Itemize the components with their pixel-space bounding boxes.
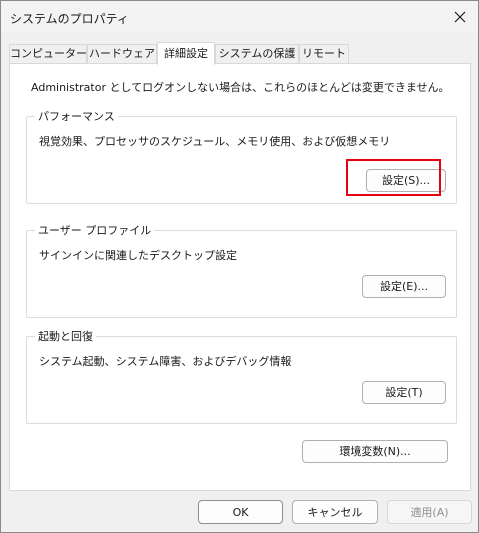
tab-hardware[interactable]: ハードウェア	[87, 44, 157, 64]
environment-variables-button[interactable]: 環境変数(N)...	[302, 440, 448, 463]
user-profile-description: サインインに関連したデスクトップ設定	[39, 249, 237, 262]
startup-legend: 起動と回復	[35, 328, 96, 344]
title-bar[interactable]: システムのプロパティ	[1, 1, 478, 33]
tab-computer-name[interactable]: コンピューター名	[9, 44, 98, 64]
user-profile-group: ユーザー プロファイル サインインに関連したデスクトップ設定 設定(E)...	[26, 222, 457, 318]
apply-button[interactable]: 適用(A)	[387, 500, 472, 524]
tab-system-protection[interactable]: システムの保護	[215, 44, 299, 64]
user-profile-settings-button[interactable]: 設定(E)...	[362, 275, 446, 298]
startup-recovery-group: 起動と回復 システム起動、システム障害、およびデバッグ情報 設定(T)	[26, 328, 457, 424]
cancel-button[interactable]: キャンセル	[292, 500, 378, 524]
tab-remote[interactable]: リモート	[299, 44, 349, 64]
advanced-tab-panel: Administrator としてログオンしない場合は、これらのほとんどは変更で…	[9, 63, 471, 491]
performance-legend: パフォーマンス	[35, 108, 118, 124]
startup-settings-button[interactable]: 設定(T)	[362, 381, 446, 404]
ok-button[interactable]: OK	[198, 500, 283, 524]
highlight-box	[346, 159, 441, 196]
tab-advanced[interactable]: 詳細設定	[157, 42, 215, 65]
system-properties-window: システムのプロパティ コンピューター名 ハードウェア 詳細設定 システムの保護 …	[0, 0, 479, 533]
startup-description: システム起動、システム障害、およびデバッグ情報	[39, 355, 292, 368]
performance-description: 視覚効果、プロセッサのスケジュール、メモリ使用、および仮想メモリ	[39, 135, 391, 148]
close-icon	[454, 11, 466, 23]
admin-notice: Administrator としてログオンしない場合は、これらのほとんどは変更で…	[31, 81, 450, 94]
close-button[interactable]	[448, 5, 472, 29]
user-profile-legend: ユーザー プロファイル	[35, 222, 155, 238]
window-title: システムのプロパティ	[10, 12, 129, 26]
